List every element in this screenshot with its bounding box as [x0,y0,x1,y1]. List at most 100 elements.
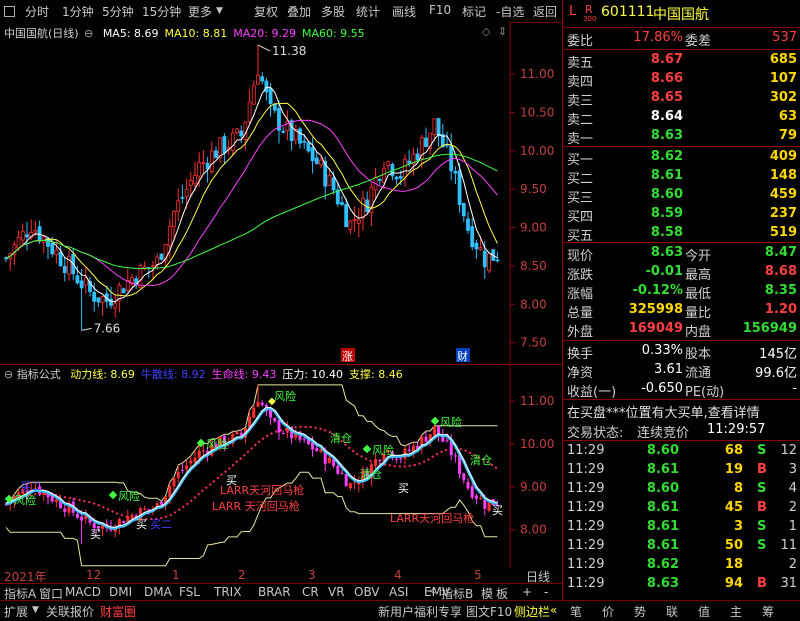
tab-1min[interactable]: 1分钟 [62,3,94,20]
indicator-candle-body [189,460,193,464]
big-order-notice[interactable]: 在买盘***位置有大买单,查看详情 [567,402,760,421]
indicator-tab[interactable]: FSL [179,585,200,599]
tick-row: 11:29 8.60 68 S 12 [563,442,800,462]
indicator-settings-icon[interactable]: ⊖ [4,368,13,381]
panel-button[interactable]: 笔 [570,603,582,620]
indicator-tab[interactable]: ASI [389,585,408,599]
panel-button[interactable]: 联 [666,603,678,620]
status-row: 交易状态: 连续竞价 11:29:57 [563,421,800,441]
candle-body [50,243,55,255]
zhang-marker[interactable]: 涨 [342,350,353,363]
draw-line-button[interactable]: 画线 [392,3,416,20]
tick-volume: 18 [724,557,743,572]
indicator-candle-body [172,477,176,487]
multi-stock-button[interactable]: 多股 [321,3,345,20]
candle-body [348,220,353,231]
time-label-mar: 3 [308,568,316,582]
f10-button[interactable]: F10 [429,3,451,17]
stat-row: 外盘 169049 内盘 156949 [563,320,800,340]
mark-button[interactable]: 标记 [462,3,486,20]
risk-label: 风险 [206,437,228,451]
stat-value: 8.68 [764,264,797,279]
indicator-tab[interactable]: MACD [65,585,101,599]
bid-price[interactable]: 8.60 [629,187,683,202]
related-quote-button[interactable]: 关联报价 [46,603,94,620]
panel-button[interactable]: 筹 [762,603,774,620]
zoom-in-button[interactable]: + [522,585,532,599]
tab-timeshare[interactable]: 分时 [25,3,49,20]
diamond-icon[interactable]: ◇ [482,25,490,38]
overlay-button[interactable]: 叠加 [287,3,311,20]
indicator-legend: 动力线: 8.69 牛散线: 8.92 生命线: 9.43 压力: 10.40 支撑: … [64,368,403,381]
indicator-candle-body [147,509,151,511]
time-label-jan: 1 [172,568,180,582]
indicator-candle-body [315,447,319,452]
sidebar-button[interactable]: 侧边栏 [514,603,550,620]
watchlist-button[interactable]: -自选 [496,3,524,20]
notice-row[interactable]: 在买盘***位置有大买单,查看详情 [563,401,800,421]
indicator-tab[interactable]: TRIX [214,585,241,599]
tick-price: 8.60 [646,443,679,458]
ask-price[interactable]: 8.66 [629,71,683,86]
indicator-candle-body [143,508,147,510]
f10-graphic-button[interactable]: 图文F10 [466,603,512,620]
bid-volume: 237 [769,206,797,221]
kline-chart[interactable]: 11.00 10.50 10.00 9.50 9.00 8.50 8.00 7.50 11.38… [0,22,562,364]
ask-row: 卖四 8.66 107 [563,70,800,90]
ask-price[interactable]: 8.65 [629,90,683,105]
back-button[interactable]: 返回 [533,3,557,20]
tab-5min[interactable]: 5分钟 [102,3,134,20]
indicator-legend-item: 牛散线: 8.92 [140,368,206,381]
candle-body [382,168,386,183]
stat-label: 最低 [685,287,712,302]
expand-button[interactable]: 扩展 [4,603,28,620]
stats-button[interactable]: 统计 [356,3,380,20]
panel-button[interactable]: 价 [602,603,614,620]
indicator-tab[interactable]: VR [328,585,345,599]
indicator-tab[interactable]: DMA [144,585,172,599]
bid-price[interactable]: 8.62 [629,149,683,164]
indicator-candle-body [273,417,277,422]
bid-price[interactable]: 8.58 [629,225,683,240]
new-user-benefit-link[interactable]: 新用户福利专享 [378,603,462,620]
indicator-tab[interactable]: DMI [109,585,132,599]
ask-row: 卖二 8.64 63 [563,108,800,128]
tab-more[interactable]: 更多 [188,3,212,20]
indicator-tab[interactable]: BRAR [258,585,291,599]
menu-box-icon[interactable] [4,6,15,17]
tick-count: 31 [780,576,797,591]
larr-label: LARR天河回马枪 [220,483,304,497]
tick-time: 11:29 [567,443,605,458]
time-label-feb: 2 [238,568,246,582]
fuquan-button[interactable]: 复权 [254,3,278,20]
indicator-tab[interactable]: OBV [354,585,380,599]
candle-body [432,118,437,135]
cai-marker[interactable]: 财 [457,349,468,363]
candle-body [167,225,172,246]
stock-name: 中国国航 [653,7,709,23]
scroll-left-icon[interactable]: < [428,586,436,597]
tick-volume: 19 [724,462,743,477]
stat-label: 涨幅 [567,287,594,302]
fortune-circle-button[interactable]: 财富圈 [100,603,136,620]
indicator-candle-body [54,499,58,502]
ask-price[interactable]: 8.67 [629,52,683,67]
bid-price[interactable]: 8.61 [629,168,683,183]
tab-15min[interactable]: 15分钟 [142,3,181,20]
indicator-candle-body [185,465,189,470]
ask-price[interactable]: 8.64 [629,109,683,124]
chevron-down-icon[interactable]: ▼ [216,6,223,16]
chart-settings-icon[interactable]: ⊖ [84,27,93,40]
indicator-tab[interactable]: CR [302,585,319,599]
badge-l: L [569,4,577,19]
indicator-chart[interactable]: 11.00 10.00 9.00 8.00 风险 风险 风险 风险 风险 ◆ 风险 清仓 清仓 清仓买买买… [0,364,562,568]
panel-button[interactable]: 值 [698,603,710,620]
panel-button[interactable]: 势 [634,603,646,620]
expand-icon[interactable]: ⇕ [498,25,507,38]
ask-price[interactable]: 8.63 [629,128,683,143]
candle-body [256,74,260,85]
zoom-out-button[interactable]: - [544,585,548,599]
time-label-dec: 12 [86,568,102,582]
panel-button[interactable]: 主 [730,603,742,620]
bid-price[interactable]: 8.59 [629,206,683,221]
